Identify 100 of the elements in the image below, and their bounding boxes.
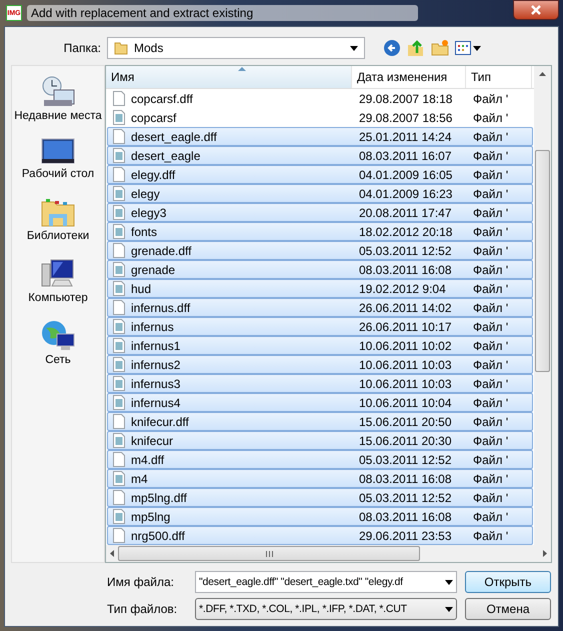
type-cell: Файл ' [473,300,508,314]
file-name-field[interactable]: "desert_eagle.dff" "desert_eagle.txd" "elegy.df [195,571,457,593]
file-row[interactable]: infernus 26.06.2011 10:17 Файл ' [107,317,533,336]
up-folder-icon[interactable] [407,39,425,57]
file-row[interactable]: grenade 08.03.2011 16:08 Файл ' [107,260,533,279]
file-row[interactable]: knifecur.dff 15.06.2011 20:50 Файл ' [107,412,533,431]
file-name: infernus3 [131,376,180,390]
type-cell: Файл ' [473,358,508,372]
column-header[interactable]: Имя [106,66,352,88]
date-cell: 29.08.2007 18:56 [359,110,452,124]
scroll-right-icon[interactable] [543,550,547,557]
vertical-scrollbar[interactable] [534,66,551,545]
date-cell: 05.03.2011 12:52 [359,244,452,258]
file-name: fonts [131,224,158,238]
file-name: mp5lng.dff [131,490,187,504]
date-cell: 10.06.2011 10:03 [359,376,452,390]
type-cell: Файл ' [473,434,508,448]
file-row[interactable]: hud 19.02.2012 9:04 Файл ' [107,279,533,298]
file-name: elegy.dff [131,168,176,182]
date-cell: 10.06.2011 10:02 [359,338,452,352]
file-name: desert_eagle.dff [131,130,217,144]
file-type-dropdown[interactable]: *.DFF, *.TXD, *.COL, *.IPL, *.IFP, *.DAT, *.CUT [195,598,457,620]
file-name: hud [131,282,152,296]
places-item[interactable]: Рабочий стол [22,168,94,180]
close-button[interactable] [513,0,559,20]
file-row[interactable]: m4 08.03.2011 16:08 Файл ' [107,469,533,488]
view-menu-icon[interactable] [455,41,481,55]
file-row[interactable]: desert_eagle.dff 25.01.2011 14:24 Файл ' [107,127,533,146]
file-row[interactable]: elegy 04.01.2009 16:23 Файл ' [107,184,533,203]
file-row[interactable]: infernus4 10.06.2011 10:04 Файл ' [107,393,533,412]
scroll-left-icon[interactable] [110,550,114,557]
window-title: Add with replacement and extract existing [27,5,418,21]
caret-icon[interactable] [350,46,358,50]
date-cell: 15.06.2011 20:30 [359,434,452,448]
caret-icon[interactable] [445,580,453,584]
file-name-label: Имя файла: [107,575,175,589]
cancel-button[interactable]: Отмена [465,598,551,620]
file-row[interactable]: infernus2 10.06.2011 10:03 Файл ' [107,355,533,374]
date-cell: 04.01.2009 16:05 [359,168,452,182]
file-thumbnail-icon [113,110,125,125]
file-name: knifecur [131,434,174,448]
file-name: elegy3 [131,206,166,220]
file-row[interactable]: elegy.dff 04.01.2009 16:05 Файл ' [107,165,533,184]
file-row[interactable]: mp5lng.dff 05.03.2011 12:52 Файл ' [107,488,533,507]
date-cell: 15.06.2011 20:50 [359,414,452,428]
folder-icon [114,41,128,55]
column-header[interactable]: Дата изменения [352,66,466,88]
document-icon [113,414,125,429]
folder-dropdown[interactable]: Mods [107,37,365,59]
column-header[interactable]: Тип [466,66,532,88]
date-cell: 05.03.2011 12:52 [359,452,452,466]
open-button[interactable]: Открыть [465,571,551,593]
file-row[interactable]: fonts 18.02.2012 20:18 Файл ' [107,222,533,241]
places-item[interactable]: Компьютер [28,292,88,304]
document-icon [113,300,125,315]
file-row[interactable]: infernus.dff 26.06.2011 14:02 Файл ' [107,298,533,317]
file-name: infernus.dff [131,300,190,314]
type-cell: Файл ' [473,396,508,410]
file-row[interactable]: copcarsf.dff 29.08.2007 18:18 Файл ' [107,89,533,108]
file-name: mp5lng [131,510,170,524]
file-type-label: Тип файлов: [107,602,178,616]
type-cell: Файл ' [473,148,508,162]
file-thumbnail-icon [113,262,125,277]
horizontal-scrollbar[interactable] [106,545,551,562]
date-cell: 29.06.2011 23:53 [359,528,452,542]
document-icon [113,452,125,467]
file-row[interactable]: desert_eagle 08.03.2011 16:07 Файл ' [107,146,533,165]
file-thumbnail-icon [113,376,125,391]
type-cell: Файл ' [473,452,508,466]
file-thumbnail-icon [113,338,125,353]
file-thumbnail-icon [113,357,125,372]
type-cell: Файл ' [473,320,508,334]
back-icon[interactable] [383,39,401,57]
file-row[interactable]: copcarsf 29.08.2007 18:56 Файл ' [107,108,533,127]
type-cell: Файл ' [473,224,508,238]
file-row[interactable]: elegy3 20.08.2011 17:47 Файл ' [107,203,533,222]
grip-icon [266,550,272,556]
date-cell: 19.02.2012 9:04 [359,282,446,296]
date-cell: 18.02.2012 20:18 [359,224,452,238]
file-row[interactable]: knifecur 15.06.2011 20:30 Файл ' [107,431,533,450]
file-thumbnail-icon [113,433,125,448]
date-cell: 25.01.2011 14:24 [359,130,452,144]
date-cell: 10.06.2011 10:04 [359,396,452,410]
type-cell: Файл ' [473,414,508,428]
caret-icon[interactable] [445,606,453,612]
file-row[interactable]: nrg500.dff 29.06.2011 23:53 Файл ' [107,526,533,545]
date-cell: 29.08.2007 18:18 [359,92,452,106]
file-row[interactable]: mp5lng 08.03.2011 16:08 Файл ' [107,507,533,526]
file-row[interactable]: infernus3 10.06.2011 10:03 Файл ' [107,374,533,393]
close-icon [530,5,542,15]
scroll-up-icon[interactable] [539,72,546,76]
places-item[interactable]: Сеть [45,354,71,366]
date-cell: 08.03.2011 16:08 [359,262,452,276]
type-cell: Файл ' [473,490,508,504]
file-row[interactable]: m4.dff 05.03.2011 12:52 Файл ' [107,450,533,469]
file-row[interactable]: infernus1 10.06.2011 10:02 Файл ' [107,336,533,355]
file-row[interactable]: grenade.dff 05.03.2011 12:52 Файл ' [107,241,533,260]
places-item[interactable]: Библиотеки [26,230,90,242]
places-item[interactable]: Недавние места [14,110,102,122]
type-cell: Файл ' [473,376,508,390]
